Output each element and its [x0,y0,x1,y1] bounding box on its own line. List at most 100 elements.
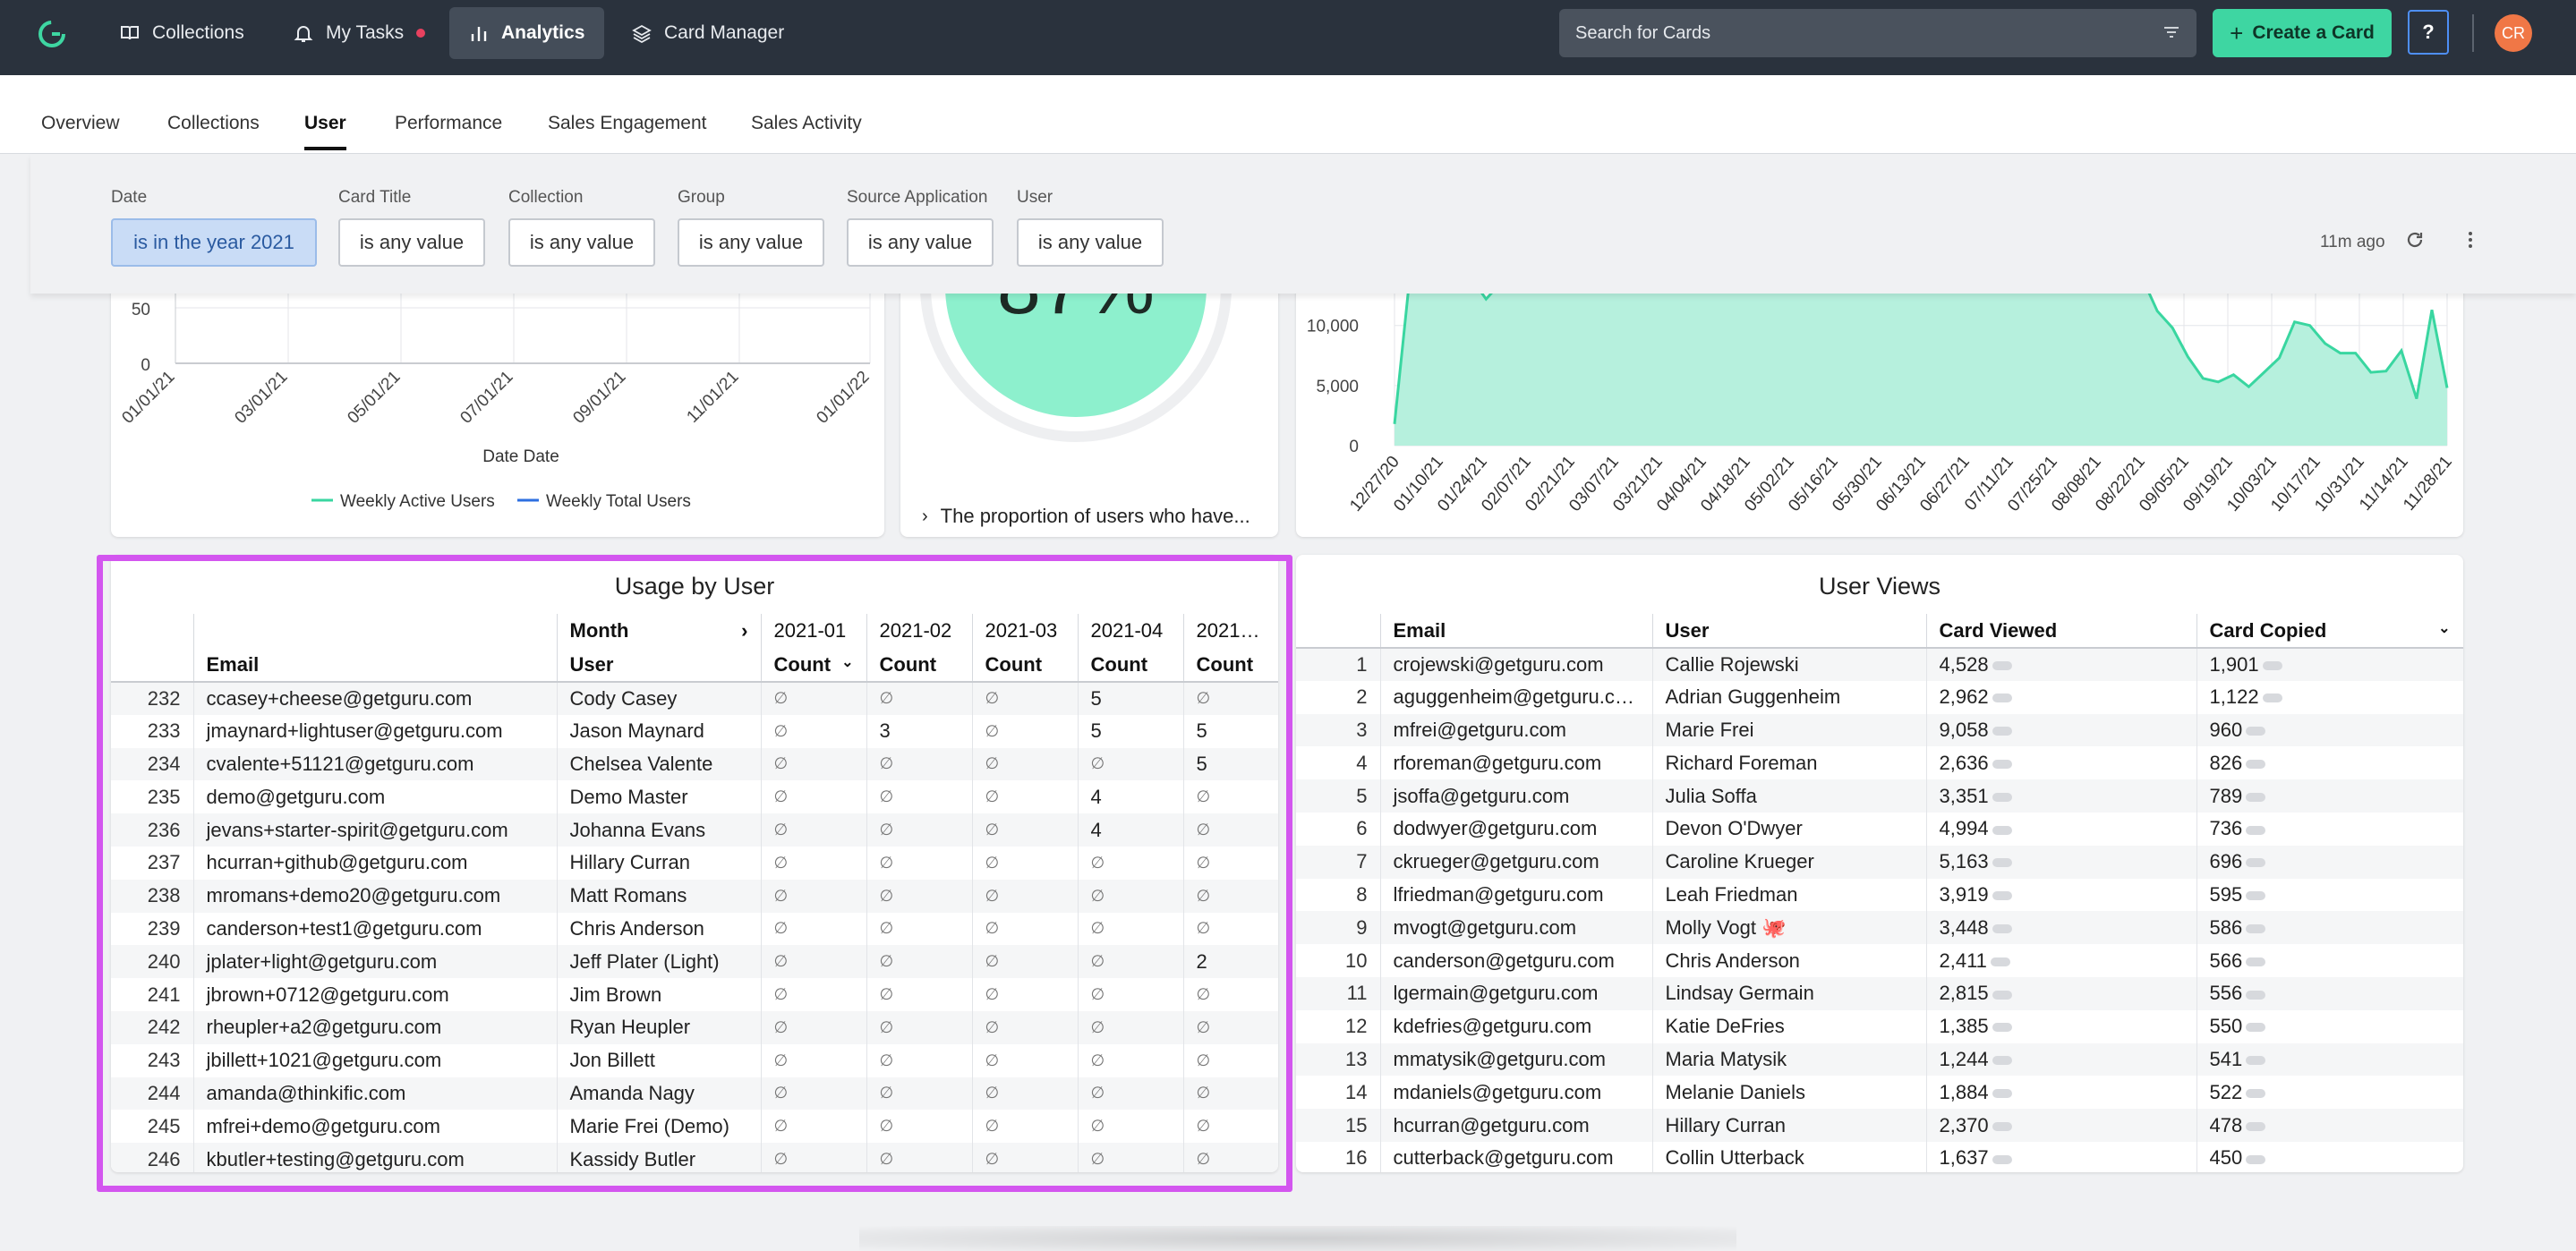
analytics-tabs: Overview Collections User Performance Sa… [0,75,2576,154]
email-cell: hcurran@getguru.com [1380,1109,1653,1142]
x-tick-label: 01/01/22 [813,368,873,428]
user-cell: Julia Soffa [1652,779,1927,813]
row-number: 3 [1296,713,1381,747]
table-row[interactable]: 1 crojewski@getguru.com Callie Rojewski 4,5… [1296,648,2463,681]
filter-collection-value[interactable]: is any value [508,218,655,267]
filter-date-value[interactable]: is in the year 2021 [111,218,317,267]
card-viewed-cell: 4,994 [1926,812,2197,846]
guru-logo-icon[interactable] [36,18,68,50]
views-area-chart: 10,0005,0000 12/27/2001/10/2101/24/2102/… [1307,277,2456,515]
filter-icon[interactable] [2162,24,2180,42]
row-number: 9 [1296,911,1381,945]
table-row[interactable]: 10 canderson@getguru.com Chris Anderson 2,4… [1296,944,2463,977]
table-row[interactable]: 5 jsoffa@getguru.com Julia Soffa 3,351 789 [1296,779,2463,813]
help-button[interactable]: ? [2408,10,2449,55]
email-cell: mfrei@getguru.com [1380,713,1653,747]
table-row[interactable]: 7 ckrueger@getguru.com Caroline Krueger 5,1… [1296,845,2463,879]
search-input[interactable]: Search for Cards [1559,9,2196,57]
table-row[interactable]: 9 mvogt@getguru.com Molly Vogt 🐙 3,448 586 [1296,911,2463,945]
spark-pill [1992,825,2012,835]
card-copied-value: 541 [2209,1047,2243,1070]
card-copied-value: 550 [2209,1015,2243,1038]
card-viewed-column-header[interactable]: Card Viewed [1926,614,2197,649]
user-column-header[interactable]: User [1652,614,1927,649]
tab-collections[interactable]: Collections [167,113,260,147]
email-cell: dodwyer@getguru.com [1380,812,1653,846]
table-row[interactable]: 15 hcurran@getguru.com Hillary Curran 2,370… [1296,1109,2463,1142]
spark-pill [2262,694,2282,703]
table-row[interactable]: 3 mfrei@getguru.com Marie Frei 9,058 960 [1296,713,2463,747]
spark-pill [2246,727,2266,736]
tab-performance[interactable]: Performance [395,113,502,147]
search-placeholder: Search for Cards [1575,22,1711,43]
card-copied-column-header[interactable]: Card Copied ⌄ [2196,614,2463,649]
filter-group-value[interactable]: is any value [678,218,824,267]
spark-pill [1992,1154,2012,1164]
chevron-down-icon: ⌄ [2438,620,2451,636]
table-row[interactable]: 11 lgermain@getguru.com Lindsay Germain 2,8… [1296,976,2463,1010]
book-icon [121,26,139,40]
card-copied-value: 478 [2209,1113,2243,1136]
user-avatar[interactable]: CR [2495,14,2532,52]
nav-analytics-label: Analytics [501,22,585,43]
user-cell: Adrian Guggenheim [1652,680,1927,714]
more-options-icon[interactable] [2460,229,2481,251]
email-column-header[interactable]: Email [1380,614,1653,649]
layers-icon [632,24,652,43]
tab-sales-activity[interactable]: Sales Activity [751,113,862,147]
create-card-button[interactable]: + Create a Card [2213,9,2392,57]
card-copied-cell: 522 [2196,1076,2463,1110]
user-cell: Callie Rojewski [1652,648,1927,681]
views-table: Email User Card Viewed Card Copied ⌄ 1 cro… [1296,614,2463,1172]
spark-pill [1992,858,2012,868]
gauge-card: 87% › The proportion of users who have..… [900,277,1278,537]
user-views-card: User Views Email User Card Viewed Card C… [1296,555,2463,1172]
nav-card-manager[interactable]: Card Manager [612,7,804,59]
table-row[interactable]: 6 dodwyer@getguru.com Devon O'Dwyer 4,994 73… [1296,812,2463,846]
table-row[interactable]: 12 kdefries@getguru.com Katie DeFries 1,385… [1296,1009,2463,1043]
card-viewed-cell: 4,528 [1926,648,2197,681]
table-row[interactable]: 14 mdaniels@getguru.com Melanie Daniels 1,8… [1296,1076,2463,1110]
row-number: 4 [1296,746,1381,780]
card-viewed-cell: 2,636 [1926,746,2197,780]
filter-source-application-value[interactable]: is any value [847,218,994,267]
card-copied-label: Card Copied [2209,618,2327,642]
tab-user[interactable]: User [304,113,346,150]
email-cell: mvogt@getguru.com [1380,911,1653,945]
tab-overview[interactable]: Overview [41,113,120,147]
nav-collections[interactable]: Collections [100,7,264,59]
refresh-icon[interactable] [2404,229,2426,251]
spark-pill [1992,727,2012,736]
card-viewed-value: 5,163 [1939,850,1989,873]
card-viewed-cell: 1,637 [1926,1141,2197,1172]
table-row[interactable]: 2 aguggenheim@getguru.co... Adrian Guggenh… [1296,680,2463,714]
user-cell: Maria Matysik [1652,1042,1927,1077]
weekly-users-chart-card: 50 0 01/01/21 03/01/21 05/01/21 07/01/21 09/… [111,277,884,537]
card-copied-cell: 478 [2196,1109,2463,1142]
card-viewed-value: 1,884 [1939,1080,1989,1103]
card-viewed-value: 3,919 [1939,882,1989,906]
table-row[interactable]: 13 mmatysik@getguru.com Maria Matysik 1,244… [1296,1042,2463,1077]
table-row[interactable]: 4 rforeman@getguru.com Richard Foreman 2,63… [1296,746,2463,780]
gauge-caption-toggle[interactable]: › The proportion of users who have... [922,505,1250,528]
card-copied-value: 566 [2209,949,2243,972]
filter-user-value[interactable]: is any value [1017,218,1164,267]
filter-card-title-value[interactable]: is any value [338,218,485,267]
table-row[interactable]: 8 lfriedman@getguru.com Leah Friedman 3,919… [1296,878,2463,912]
row-number: 1 [1296,648,1381,681]
table-row[interactable]: 16 cutterback@getguru.com Collin Utterback… [1296,1141,2463,1172]
selection-highlight [97,555,1292,1192]
nav-analytics[interactable]: Analytics [449,7,605,59]
nav-my-tasks[interactable]: My Tasks [274,7,445,59]
row-number: 7 [1296,845,1381,879]
row-number: 2 [1296,680,1381,714]
spark-pill [2246,792,2266,802]
email-cell: crojewski@getguru.com [1380,648,1653,681]
card-viewed-cell: 2,411 [1926,944,2197,977]
card-copied-cell: 1,122 [2196,680,2463,714]
spark-pill [2246,759,2266,769]
chevron-right-icon: › [922,506,928,526]
tab-sales-engagement[interactable]: Sales Engagement [548,113,706,147]
filter-label: Source Application [847,188,988,207]
spark-pill [1992,694,2012,703]
